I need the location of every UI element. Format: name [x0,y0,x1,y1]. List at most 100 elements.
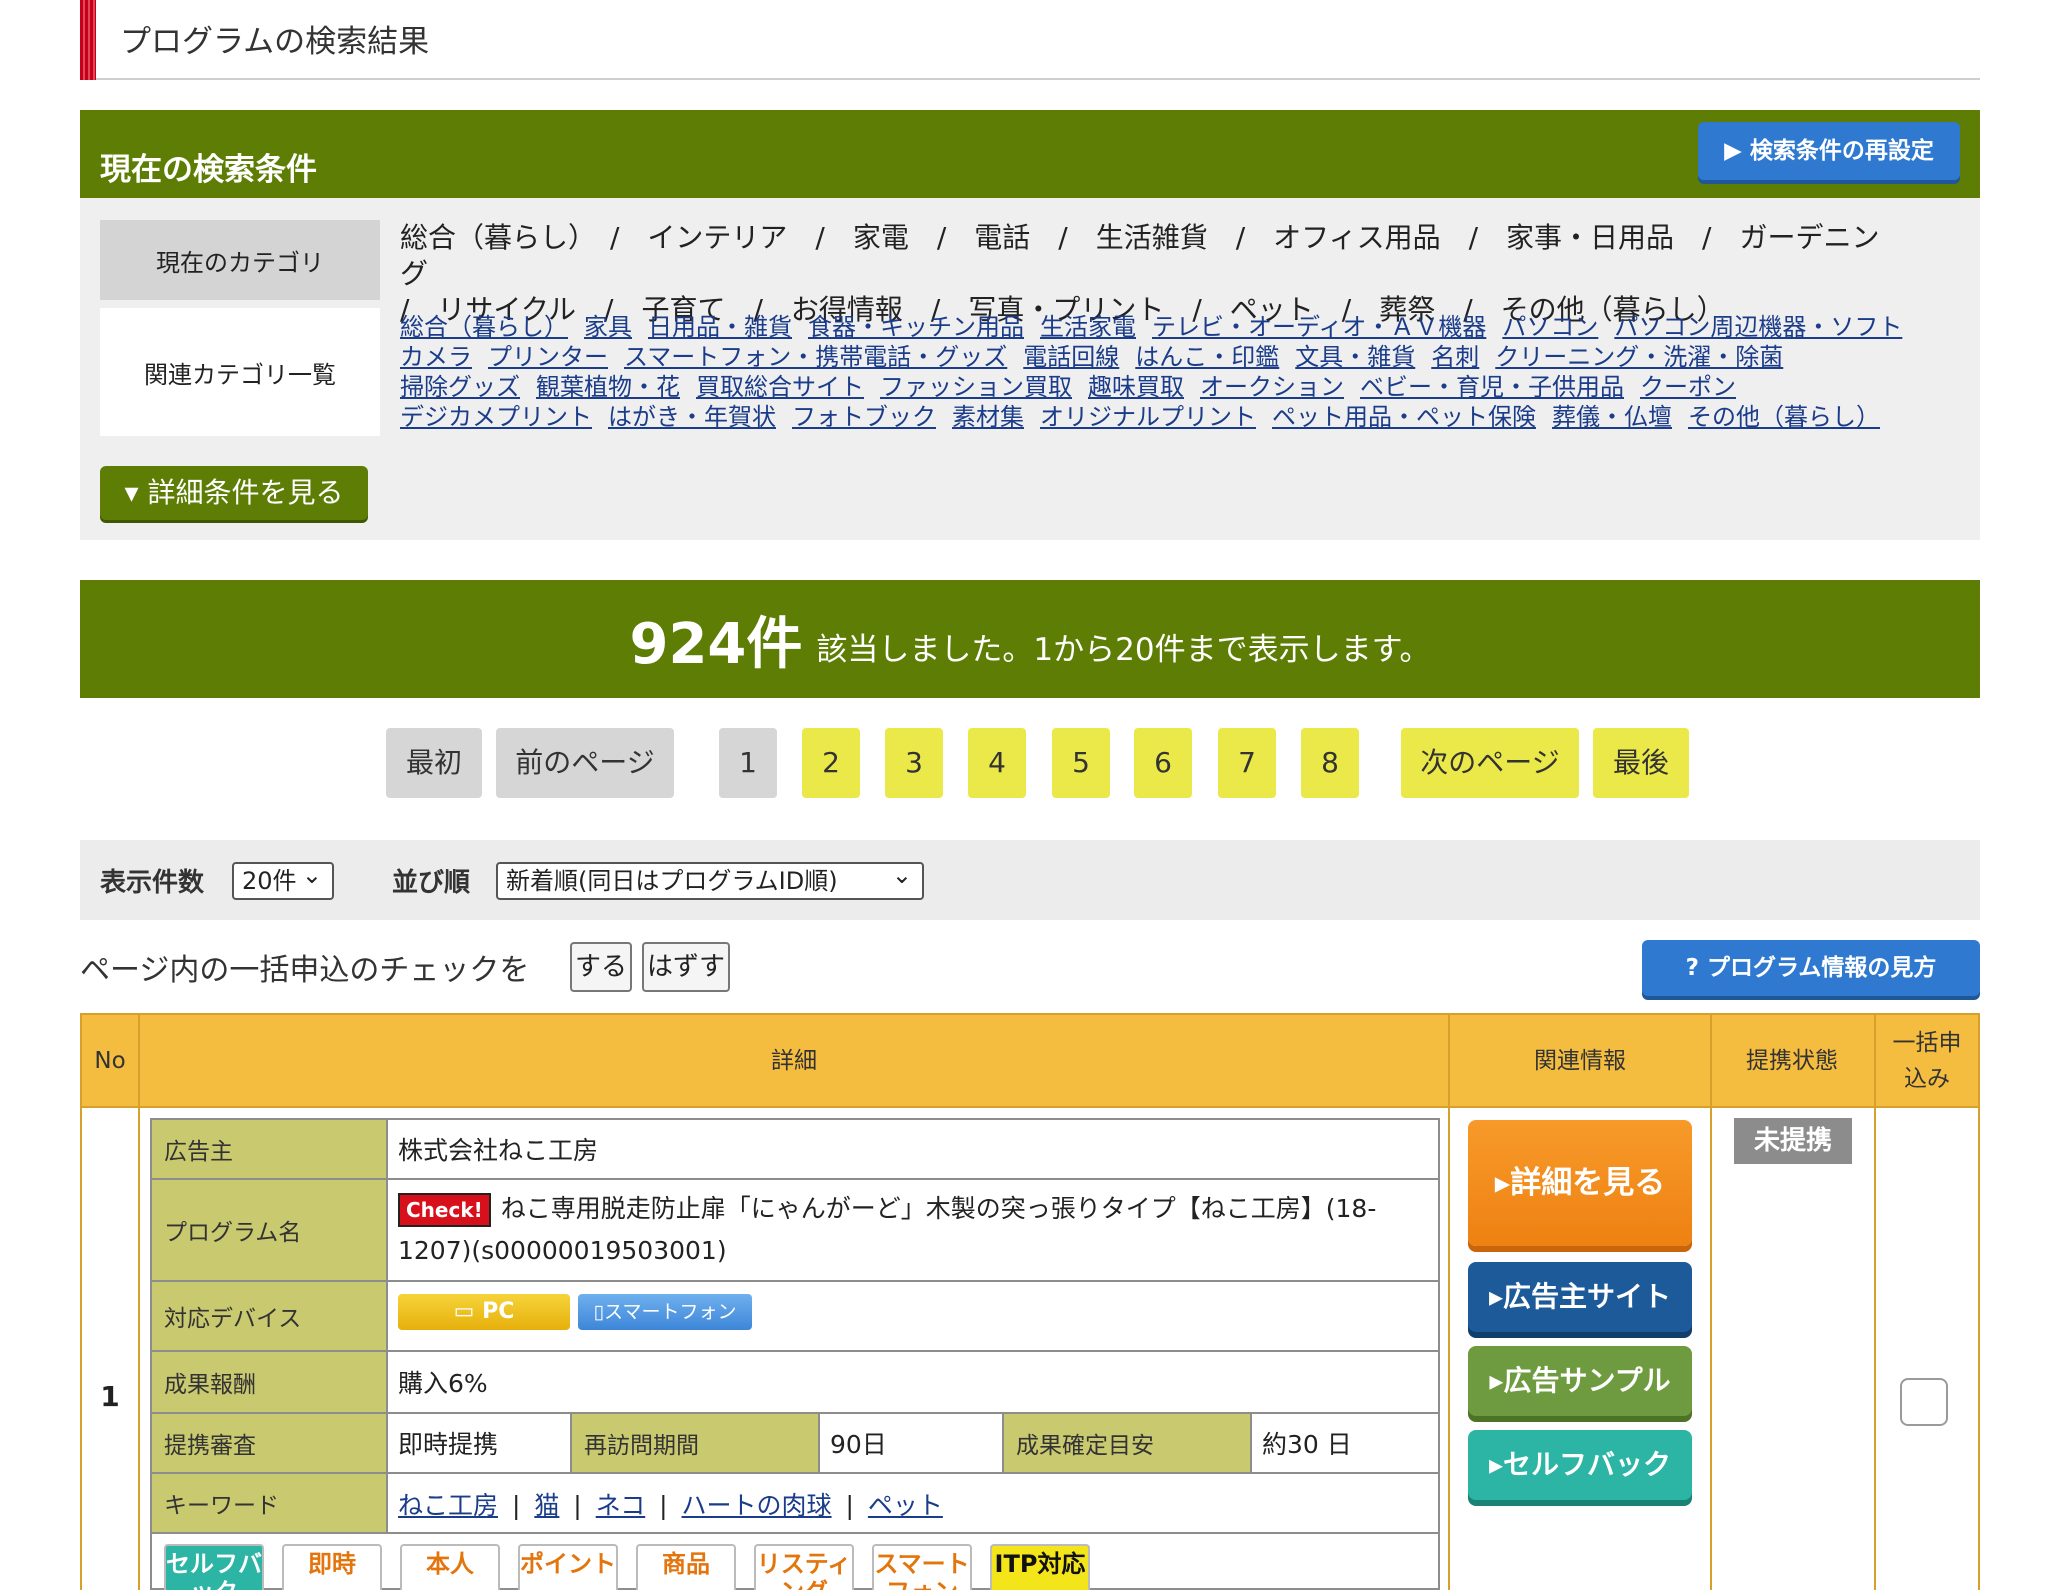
keyword-link[interactable]: ペット [868,1491,943,1520]
related-category-list: 総合（暮らし） 家具 日用品・雑貨 食器・キッチン用品 生活家電 テレビ・オーディオ・ＡＶ… [400,312,1940,432]
related-category-row: 総合（暮らし） 家具 日用品・雑貨 食器・キッチン用品 生活家電 テレビ・オーディオ・ＡＶ… [400,312,1940,342]
related-category-link[interactable]: プリンター [488,343,608,371]
related-category-link[interactable]: カメラ [400,343,472,371]
last-page-button[interactable]: 最後 [1593,728,1689,798]
related-category-link[interactable]: はんこ・印鑑 [1135,343,1279,371]
keyword-link[interactable]: 猫 [534,1491,559,1520]
cell-divider [1002,1412,1004,1472]
related-category-link[interactable]: オークション [1200,373,1344,401]
related-category-link[interactable]: 文具・雑貨 [1295,343,1415,371]
page-7[interactable]: 7 [1218,728,1276,798]
related-category-link[interactable]: 名刺 [1431,343,1479,371]
advertiser-name: 株式会社ねこ工房 [398,1136,599,1165]
first-page-button[interactable]: 最初 [386,728,482,798]
ad-sample-button[interactable]: ▸広告サンプル [1468,1346,1692,1416]
reward-label: 成果報酬 [152,1352,386,1412]
keyword-link[interactable]: ハートの肉球 [682,1491,832,1520]
page-8[interactable]: 8 [1301,728,1359,798]
related-category-link[interactable]: ファッション買取 [880,373,1072,401]
advertiser-label: 広告主 [152,1120,386,1178]
feature-tag: セルフバック [164,1544,264,1590]
view-detail-button[interactable]: ▸詳細を見る [1468,1120,1692,1246]
check-badge: Check! [398,1193,491,1227]
show-detail-conditions-button[interactable]: ▾ 詳細条件を見る [100,466,368,520]
related-category-link[interactable]: 家具 [584,313,632,341]
device-pc-badge: ▭ PC [398,1294,570,1330]
program-name-label: プログラム名 [152,1180,386,1280]
confirm-label: 成果確定目安 [1004,1414,1250,1472]
uncheck-all-button[interactable]: はずす [642,942,730,992]
related-category-link[interactable]: はがき・年賀状 [608,403,776,431]
related-category-link[interactable]: 日用品・雑貨 [648,313,792,341]
feature-tag: ITP対応 [990,1544,1090,1590]
revisit-label: 再訪問期間 [572,1414,818,1472]
label-divider [386,1120,388,1532]
related-category-link[interactable]: 電話回線 [1023,343,1119,371]
sort-select[interactable]: 新着順(同日はプログラムID順) [496,858,924,900]
related-category-link[interactable]: その他（暮らし） [1688,403,1880,431]
related-category-link[interactable]: ベビー・育児・子供用品 [1360,373,1624,401]
keyword-link[interactable]: ネコ [596,1491,646,1520]
related-category-link[interactable]: パソコン [1502,313,1598,341]
related-category-row: デジカメプリント はがき・年賀状 フォトブック 素材集 オリジナルプリント ペット用品・ペ… [400,402,1940,432]
per-page-select[interactable]: 20件 [232,858,334,900]
related-category-row: 掃除グッズ 観葉植物・花 買取総合サイト ファッション買取 趣味買取 オークション ベビー・… [400,372,1940,402]
related-category-link[interactable]: パソコン周辺機器・ソフト [1614,313,1902,341]
related-category-link[interactable]: 買取総合サイト [696,373,864,401]
page-4[interactable]: 4 [968,728,1026,798]
keyword-link[interactable]: ねこ工房 [398,1491,498,1520]
col-divider [1874,1013,1876,1590]
related-category-link[interactable]: 総合（暮らし） [400,313,568,341]
col-divider [1448,1013,1450,1590]
related-category-link[interactable]: スマートフォン・携帯電話・グッズ [624,343,1007,371]
page-1[interactable]: 1 [719,728,777,798]
title-accent-mark [80,0,96,80]
keyword-list: ねこ工房 | 猫 | ネコ | ハートの肉球 | ペット [398,1486,943,1522]
review-label: 提携審査 [152,1414,386,1472]
advertiser-site-button[interactable]: ▸広告主サイト [1468,1262,1692,1332]
keyword-separator: | [651,1491,676,1520]
related-category-link[interactable]: フォトブック [792,403,936,431]
keyword-separator: | [504,1491,529,1520]
related-category-link[interactable]: 観葉植物・花 [536,373,680,401]
device-smartphone-badge: ▯スマートフォン [578,1294,752,1330]
related-category-link[interactable]: クリーニング・洗濯・除菌 [1495,343,1783,371]
device-label: 対応デバイス [152,1282,386,1350]
page-6[interactable]: 6 [1134,728,1192,798]
related-category-link[interactable]: クーポン [1640,373,1736,401]
reset-conditions-button[interactable]: ▶ 検索条件の再設定 [1698,122,1960,180]
search-conditions-title: 現在の検索条件 [100,152,317,188]
row-divider [150,1532,1440,1534]
check-all-button[interactable]: する [570,942,632,992]
sort-label: 並び順 [392,868,471,898]
related-category-link[interactable]: テレビ・オーディオ・ＡＶ機器 [1152,313,1486,341]
self-back-button[interactable]: ▸セルフバック [1468,1430,1692,1500]
related-category-link[interactable]: 生活家電 [1040,313,1136,341]
cell-divider [570,1412,572,1472]
device-pc-label: PC [482,1299,515,1324]
related-category-link[interactable]: 掃除グッズ [400,373,520,401]
col-detail: 詳細 [771,1047,817,1074]
current-category-label: 現在のカテゴリ [100,220,380,300]
page-title: プログラムの検索結果 [120,24,430,60]
result-text: 該当しました。1から20件まで表示します。 [816,631,1431,668]
related-category-link[interactable]: 趣味買取 [1088,373,1184,401]
bulk-apply-checkbox[interactable] [1900,1378,1948,1426]
feature-tag: ポイント [518,1544,618,1590]
page-5[interactable]: 5 [1052,728,1110,798]
related-category-link[interactable]: 食器・キッチン用品 [808,313,1024,341]
program-info-help-button[interactable]: ? プログラム情報の見方 [1642,940,1980,996]
per-page-label: 表示件数 [100,868,205,898]
next-page-button[interactable]: 次のページ [1401,728,1579,798]
related-category-link[interactable]: デジカメプリント [400,403,592,431]
program-name-link[interactable]: ねこ専用脱走防止扉「にゃんがーど」木製の突っ張りタイプ【ねこ工房】(18-120… [398,1194,1376,1265]
prev-page-button[interactable]: 前のページ [496,728,674,798]
page-2[interactable]: 2 [802,728,860,798]
related-category-link[interactable]: 葬儀・仏壇 [1552,403,1672,431]
related-category-link[interactable]: 素材集 [952,403,1024,431]
page-3[interactable]: 3 [885,728,943,798]
related-category-link[interactable]: ペット用品・ペット保険 [1272,403,1536,431]
display-options-bar [80,840,1980,920]
per-page-value: 20件 [242,867,297,895]
related-category-link[interactable]: オリジナルプリント [1040,403,1256,431]
